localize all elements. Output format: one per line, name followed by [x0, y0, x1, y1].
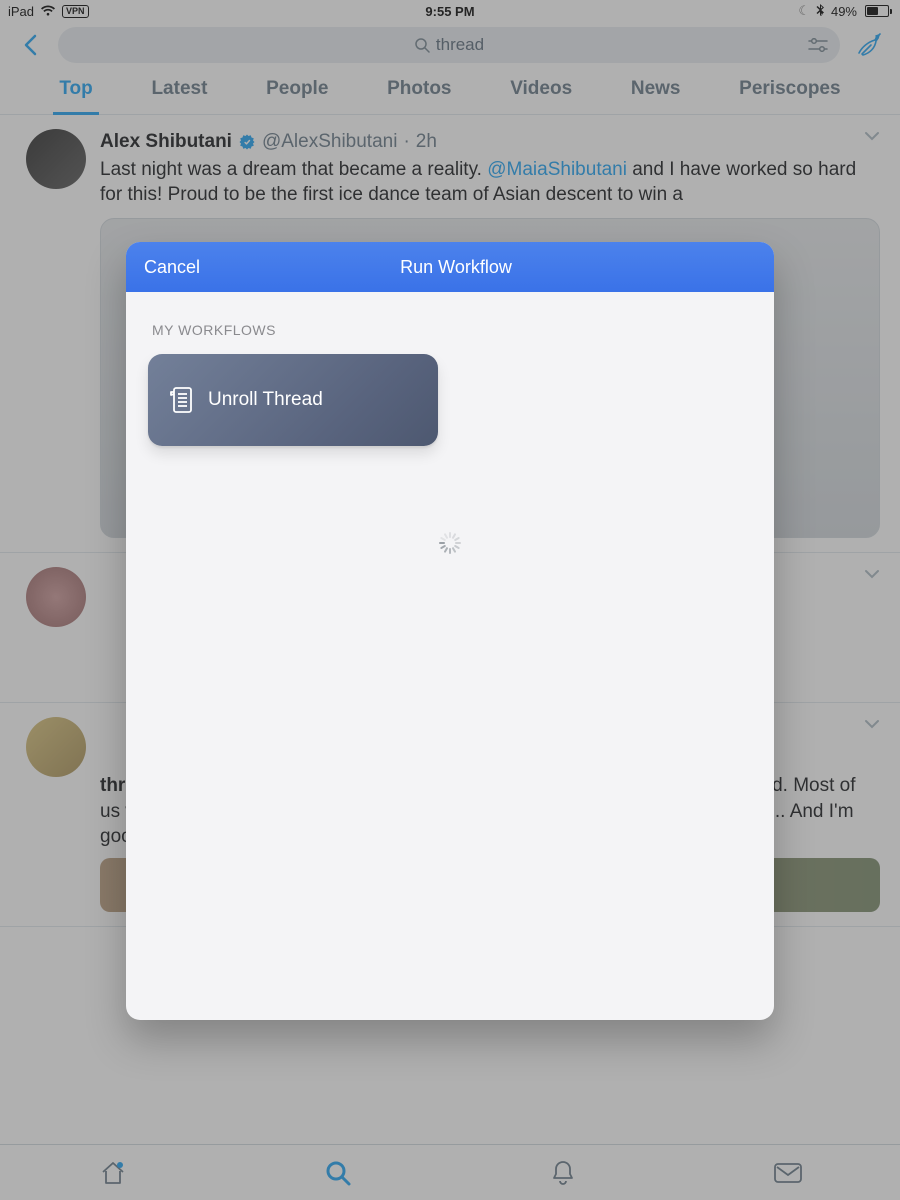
cancel-button[interactable]: Cancel: [126, 257, 218, 278]
document-icon: [168, 385, 194, 415]
modal-body: MY WORKFLOWS Unroll Thread: [126, 292, 774, 584]
modal-title: Run Workflow: [218, 257, 774, 278]
section-label: MY WORKFLOWS: [152, 322, 748, 338]
loading-spinner-icon: [439, 532, 461, 554]
workflow-modal: Cancel Run Workflow MY WORKFLOWS Unroll …: [126, 242, 774, 1020]
workflow-name: Unroll Thread: [208, 389, 323, 411]
workflow-card-unroll-thread[interactable]: Unroll Thread: [148, 354, 438, 446]
modal-header: Cancel Run Workflow: [126, 242, 774, 292]
